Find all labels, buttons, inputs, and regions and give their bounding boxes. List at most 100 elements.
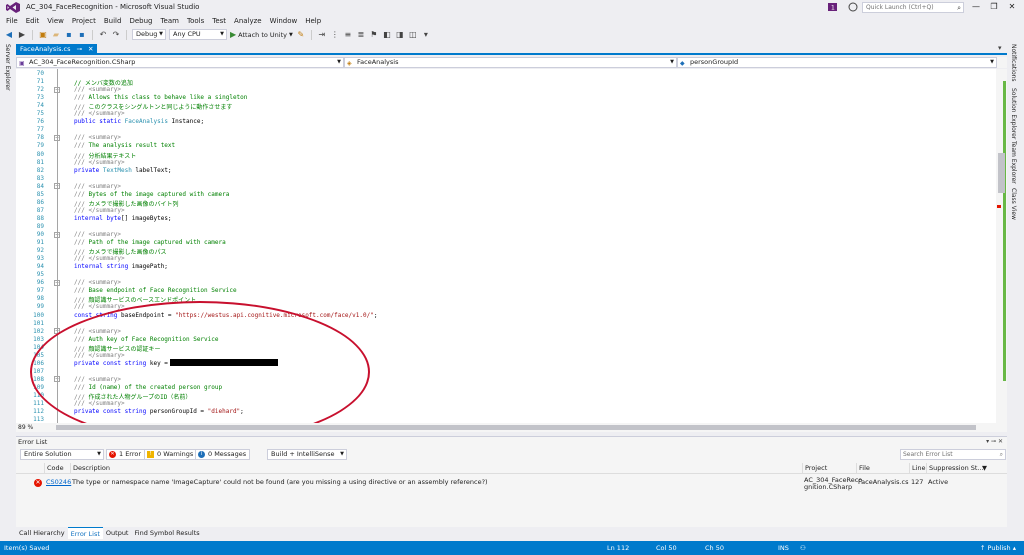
uncomment-icon[interactable]: ≣: [356, 30, 366, 40]
save-all-icon[interactable]: ▪: [77, 30, 87, 40]
menu-edit[interactable]: Edit: [22, 15, 44, 27]
undo-icon[interactable]: ↶: [98, 30, 108, 40]
redo-icon[interactable]: ↷: [111, 30, 121, 40]
menu-tools[interactable]: Tools: [183, 15, 208, 27]
code-line[interactable]: /// </summary>: [74, 207, 125, 214]
menu-file[interactable]: File: [2, 15, 22, 27]
next-bookmark-icon[interactable]: ◨: [395, 30, 405, 40]
open-folder-icon[interactable]: ▰: [51, 30, 61, 40]
minimize-button[interactable]: —: [968, 1, 984, 13]
tab-error-list[interactable]: Error List: [67, 527, 103, 539]
error-code-link[interactable]: CS0246: [46, 479, 71, 486]
new-project-icon[interactable]: ▣: [38, 30, 48, 40]
code-line[interactable]: /// </summary>: [74, 255, 125, 262]
messages-filter-button[interactable]: i 0 Messages: [195, 449, 251, 460]
horizontal-scroll-thumb[interactable]: [56, 425, 976, 430]
line-number: 76: [36, 118, 44, 126]
server-explorer-tab[interactable]: Server Explorer: [4, 44, 11, 91]
solution-platform-select[interactable]: Any CPU ▼: [169, 29, 227, 40]
class-view-tab[interactable]: Class View: [1010, 188, 1017, 220]
menu-project[interactable]: Project: [68, 15, 100, 27]
visual-studio-logo-icon: [6, 2, 20, 13]
tab-call-hierarchy[interactable]: Call Hierarchy: [16, 527, 68, 539]
feedback-smiley-icon[interactable]: [848, 2, 858, 12]
panel-window-buttons[interactable]: ▾ ⊸ ✕: [986, 437, 1003, 447]
code-line[interactable]: /// Base endpoint of Face Recognition Se…: [74, 287, 237, 294]
comment-icon[interactable]: ≡: [343, 30, 353, 40]
tab-find-symbol-results[interactable]: Find Symbol Results: [132, 527, 203, 539]
menu-analyze[interactable]: Analyze: [230, 15, 266, 27]
format-icon[interactable]: ⋮: [330, 30, 340, 40]
team-explorer-tab[interactable]: Team Explorer: [1010, 141, 1017, 184]
code-line[interactable]: /// Path of the image captured with came…: [74, 239, 226, 246]
code-line[interactable]: /// </summary>: [74, 159, 125, 166]
code-line[interactable]: /// <summary>: [74, 183, 121, 190]
code-line[interactable]: /// <summary>: [74, 86, 121, 93]
code-line[interactable]: /// </summary>: [74, 110, 125, 117]
code-line[interactable]: /// Allows this class to behave like a s…: [74, 94, 247, 101]
notifications-tab[interactable]: Notifications: [1010, 44, 1017, 82]
column-line[interactable]: Line: [909, 463, 926, 474]
search-icon[interactable]: ⌕: [1000, 450, 1003, 459]
attach-to-unity-button[interactable]: ▶ Attach to Unity ▼: [230, 30, 293, 39]
step-icon[interactable]: ⇥: [317, 30, 327, 40]
zoom-level-select[interactable]: 89 %: [16, 423, 40, 432]
close-button[interactable]: ✕: [1004, 1, 1020, 13]
code-line[interactable]: private TextMesh labelText;: [74, 167, 172, 174]
menu-debug[interactable]: Debug: [125, 15, 156, 27]
error-list-row[interactable]: ✕ CS0246 The type or namespace name 'Ima…: [16, 475, 1007, 492]
warnings-filter-button[interactable]: ! 0 Warnings: [144, 449, 198, 460]
clear-bookmarks-icon[interactable]: ◫: [408, 30, 418, 40]
prev-bookmark-icon[interactable]: ◧: [382, 30, 392, 40]
notifications-flag-icon[interactable]: 1: [828, 2, 838, 12]
column-file[interactable]: File: [856, 463, 870, 474]
code-line[interactable]: /// <summary>: [74, 279, 121, 286]
quick-launch-input[interactable]: Quick Launch (Ctrl+Q) ⌕: [862, 2, 964, 13]
maximize-button[interactable]: ❐: [986, 1, 1002, 13]
forward-icon[interactable]: ▶: [17, 30, 27, 40]
menu-help[interactable]: Help: [301, 15, 325, 27]
vertical-scroll-thumb[interactable]: [998, 153, 1005, 193]
person-icon[interactable]: ⚇: [800, 541, 806, 555]
menu-test[interactable]: Test: [208, 15, 230, 27]
tab-list-dropdown-icon[interactable]: ▾: [998, 44, 1002, 52]
search-icon[interactable]: ⌕: [957, 4, 961, 13]
save-icon[interactable]: ▪: [64, 30, 74, 40]
class-select[interactable]: ◈ FaceAnalysis ▼: [344, 57, 677, 68]
pin-icon[interactable]: ⊸: [77, 44, 82, 55]
code-line[interactable]: internal string imagePath;: [74, 263, 168, 270]
close-tab-icon[interactable]: ✕: [88, 44, 93, 55]
column-project[interactable]: Project: [802, 463, 827, 474]
column-code[interactable]: Code: [44, 463, 64, 474]
column-description[interactable]: Description: [70, 463, 110, 474]
document-tab-faceanalysis[interactable]: FaceAnalysis.cs ⊸ ✕: [16, 44, 98, 55]
toolbar-overflow-icon[interactable]: ▾: [421, 30, 431, 40]
brush-icon[interactable]: ✎: [296, 30, 306, 40]
code-line[interactable]: /// The analysis result text: [74, 142, 175, 149]
bookmark-icon[interactable]: ⚑: [369, 30, 379, 40]
menu-build[interactable]: Build: [100, 15, 126, 27]
code-line[interactable]: public static FaceAnalysis Instance;: [74, 118, 204, 125]
code-editor[interactable]: 70 71 72 73 74 75 76 77 78 79 80 81 82 83 84 85 86 87 88 89…: [16, 69, 1000, 423]
code-line[interactable]: internal byte[] imageBytes;: [74, 215, 172, 222]
editor-vertical-scrollbar[interactable]: [996, 69, 1007, 423]
column-suppression[interactable]: Suppression St...: [926, 463, 984, 474]
tab-output[interactable]: Output: [103, 527, 132, 539]
build-filter-select[interactable]: Build + IntelliSense ▼: [267, 449, 347, 460]
code-line[interactable]: /// <summary>: [74, 231, 121, 238]
solution-configuration-select[interactable]: Debug ▼: [132, 29, 166, 40]
scope-select[interactable]: Entire Solution ▼: [20, 449, 104, 460]
error-list-search-input[interactable]: Search Error List ⌕: [900, 449, 1006, 460]
project-select[interactable]: ▣ AC_304_FaceRecognition.CSharp ▼: [16, 57, 344, 68]
back-icon[interactable]: ◀: [4, 30, 14, 40]
menu-team[interactable]: Team: [156, 15, 183, 27]
code-line[interactable]: /// Bytes of the image captured with cam…: [74, 191, 229, 198]
filter-icon[interactable]: ▼: [982, 463, 987, 474]
menu-view[interactable]: View: [43, 15, 68, 27]
member-select[interactable]: ◆ personGroupId ▼: [677, 57, 997, 68]
publish-button[interactable]: ↑ Publish ▴: [980, 541, 1016, 555]
code-line[interactable]: /// <summary>: [74, 134, 121, 141]
solution-explorer-tab[interactable]: Solution Explorer: [1010, 88, 1017, 139]
errors-filter-button[interactable]: ✕ 1 Error: [106, 449, 146, 460]
menu-window[interactable]: Window: [266, 15, 302, 27]
